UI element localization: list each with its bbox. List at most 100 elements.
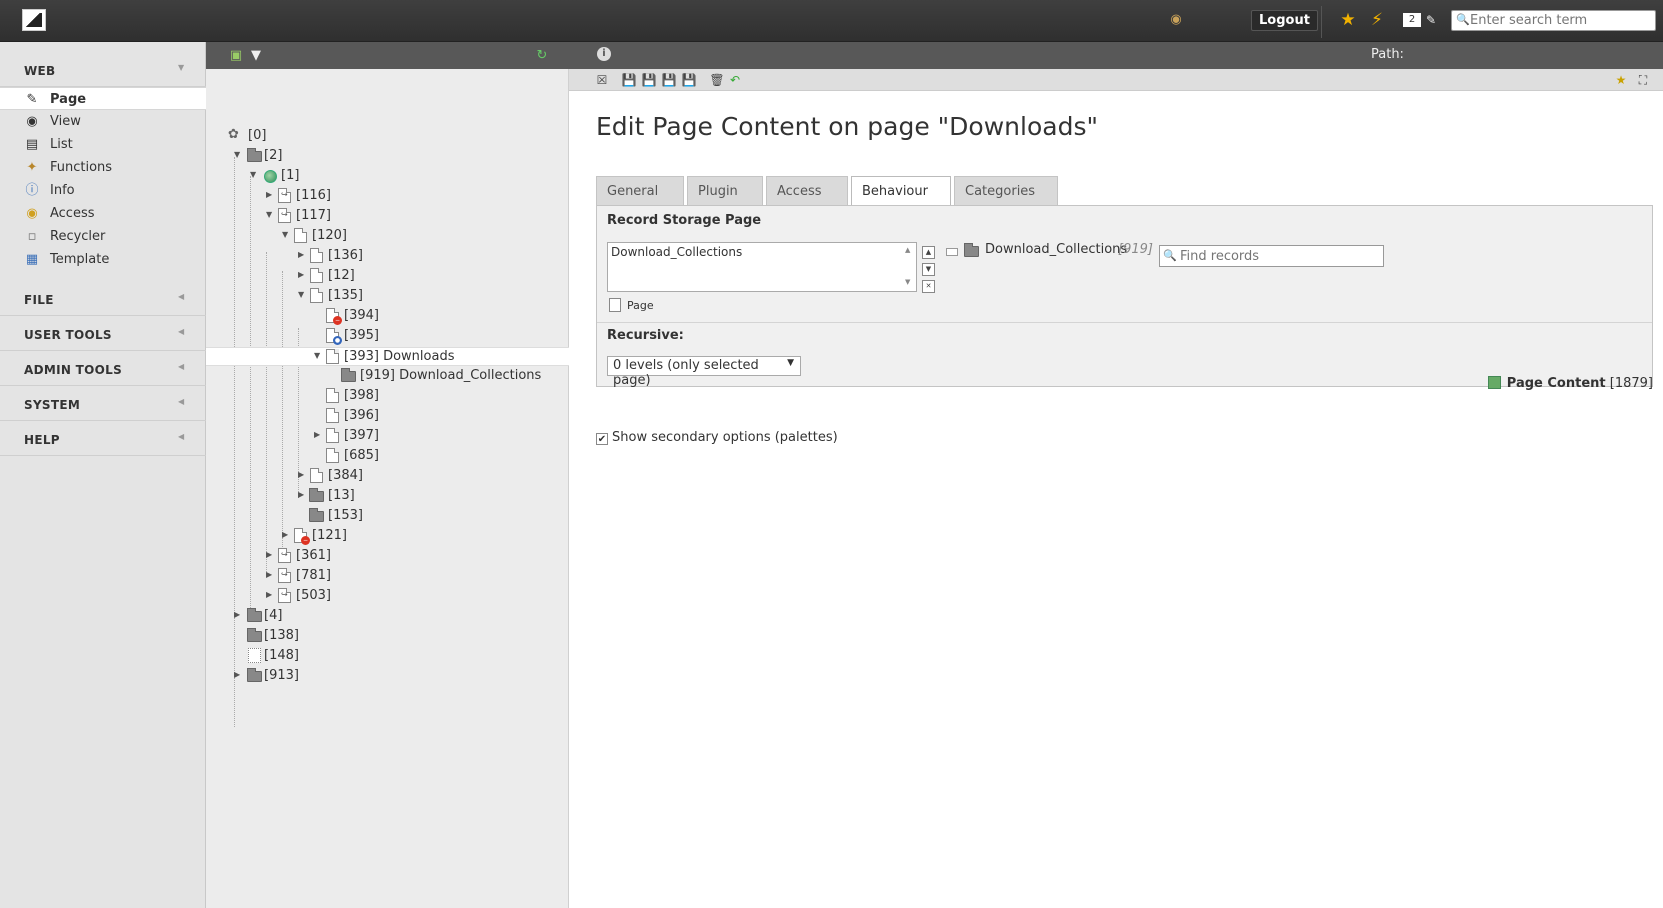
tree-node-selected[interactable]: ▼ [393] Downloads (206, 347, 569, 366)
info-icon[interactable]: i (597, 47, 611, 61)
find-records-box[interactable]: 🔍 (1159, 245, 1384, 267)
selected-records-list[interactable]: Download_Collections ▲ ▼ (607, 242, 917, 292)
module-group-system[interactable]: SYSTEM ◀ (0, 387, 206, 421)
tree-expand-icon[interactable]: ▶ (298, 490, 308, 499)
tree-node-label[interactable]: [117] (296, 208, 331, 223)
tree-node[interactable]: ▶ − [121] (206, 527, 569, 546)
tree-node-label[interactable]: [361] (296, 548, 331, 563)
tree-node-label[interactable]: [135] (328, 288, 363, 303)
save-and-view-icon[interactable]: 💾 (641, 72, 657, 88)
logout-button[interactable]: Logout (1251, 10, 1318, 31)
tree-node-label[interactable]: [4] (264, 608, 282, 623)
module-group-help[interactable]: HELP ◀ (0, 422, 206, 456)
scroll-down-icon[interactable]: ▼ (905, 278, 910, 286)
tree-expand-icon[interactable]: ▶ (234, 610, 244, 619)
delete-icon[interactable]: 🗑 (709, 72, 725, 88)
tree-collapse-icon[interactable]: ▼ (234, 150, 244, 159)
clear-cache-lightning-icon[interactable]: ⚡ (1368, 11, 1386, 29)
tree-node-label[interactable]: [396] (344, 408, 379, 423)
tree-node[interactable]: ▶ [12] (206, 267, 569, 286)
secondary-options[interactable]: ✔ Show secondary options (palettes) (596, 430, 838, 445)
tree-collapse-icon[interactable]: ▼ (282, 230, 292, 239)
tree-node-label[interactable]: [394] (344, 308, 379, 323)
tree-node-label[interactable]: [0] (248, 128, 266, 143)
tree-expand-icon[interactable]: ▶ (314, 430, 324, 439)
bookmark-add-icon[interactable]: ★ (1613, 72, 1629, 88)
tree-node-label[interactable]: [153] (328, 508, 363, 523)
module-item-access[interactable]: ◉ Access (0, 202, 206, 225)
tree-node[interactable]: [398] (206, 387, 569, 406)
module-group-web[interactable]: WEB ▼ (0, 53, 206, 87)
tree-node-label[interactable]: [12] (328, 268, 355, 283)
workspace-count-badge[interactable]: 2 (1403, 13, 1421, 27)
tree-node[interactable]: [685] (206, 447, 569, 466)
tab-plugin[interactable]: Plugin (687, 176, 763, 206)
tree-node[interactable]: [396] (206, 407, 569, 426)
tree-node[interactable]: ▼ [2] (206, 147, 569, 166)
secondary-options-checkbox[interactable]: ✔ (596, 433, 608, 445)
tree-node-label[interactable]: [685] (344, 448, 379, 463)
search-box[interactable]: 🔍 (1451, 10, 1656, 31)
tree-node-label[interactable]: [148] (264, 648, 299, 663)
module-item-functions[interactable]: ✦ Functions (0, 156, 206, 179)
tree-node[interactable]: ▼ [1] (206, 167, 569, 186)
tree-node[interactable]: ▶ [13] (206, 487, 569, 506)
recursive-select[interactable]: 0 levels (only selected page) ▼ (607, 356, 801, 388)
module-group-admin-tools[interactable]: ADMIN TOOLS ◀ (0, 352, 206, 386)
tree-expand-icon[interactable]: ▶ (266, 550, 276, 559)
tree-node[interactable]: [153] (206, 507, 569, 526)
tree-collapse-icon[interactable]: ▼ (314, 351, 324, 360)
tree-node[interactable]: ▶ [781] (206, 567, 569, 586)
tree-node-label[interactable]: [913] (264, 668, 299, 683)
save-and-close-icon[interactable]: 💾 (661, 72, 677, 88)
list-scrollbar[interactable]: ▲ ▼ (902, 243, 916, 291)
element-browser-folder-icon[interactable] (946, 248, 958, 256)
tree-node-label[interactable]: [781] (296, 568, 331, 583)
browser-record-label[interactable]: Download_Collections (985, 242, 1127, 257)
tree-expand-icon[interactable]: ▶ (234, 670, 244, 679)
tree-node-label[interactable]: [13] (328, 488, 355, 503)
tree-node[interactable]: ▼ [120] (206, 227, 569, 246)
tree-node[interactable]: ▼ [117] (206, 207, 569, 226)
fullscreen-icon[interactable]: ⛶ (1635, 72, 1651, 88)
tree-node-label[interactable]: [384] (328, 468, 363, 483)
tree-node-label[interactable]: [395] (344, 328, 379, 343)
tree-expand-icon[interactable]: ▶ (282, 530, 292, 539)
tree-node-label[interactable]: [398] (344, 388, 379, 403)
tree-node[interactable]: ▶ [384] (206, 467, 569, 486)
tree-node[interactable]: ▶ [397] (206, 427, 569, 446)
tree-expand-icon[interactable]: ▶ (298, 250, 308, 259)
typo3-logo[interactable] (22, 9, 46, 31)
module-group-user-tools[interactable]: USER TOOLS ◀ (0, 317, 206, 351)
filter-icon[interactable]: ▼ (248, 48, 264, 64)
new-page-icon[interactable]: ▣ (228, 48, 244, 64)
tab-behaviour[interactable]: Behaviour (851, 176, 951, 208)
tree-node[interactable]: ✿ [0] (206, 127, 569, 146)
search-input[interactable] (1470, 12, 1650, 29)
refresh-icon[interactable]: ↻ (534, 48, 550, 64)
module-item-list[interactable]: ▤ List (0, 133, 206, 156)
find-records-input[interactable] (1180, 248, 1375, 264)
tree-node-label[interactable]: [120] (312, 228, 347, 243)
tree-node[interactable]: ● [395] (206, 327, 569, 346)
tree-expand-icon[interactable]: ▶ (266, 570, 276, 579)
tree-node-label[interactable]: [503] (296, 588, 331, 603)
tab-access[interactable]: Access (766, 176, 848, 206)
tree-collapse-icon[interactable]: ▼ (266, 210, 276, 219)
tree-node-label[interactable]: [2] (264, 148, 282, 163)
module-item-recycler[interactable]: ▫ Recycler (0, 225, 206, 248)
tree-node-label[interactable]: [138] (264, 628, 299, 643)
tree-expand-icon[interactable]: ▶ (298, 270, 308, 279)
tree-node[interactable]: ▶ [4] (206, 607, 569, 626)
tree-expand-icon[interactable]: ▶ (298, 470, 308, 479)
tree-node[interactable]: [138] (206, 627, 569, 646)
tree-node-label[interactable]: [397] (344, 428, 379, 443)
tree-node-label[interactable]: [136] (328, 248, 363, 263)
tree-node[interactable]: ▶ [136] (206, 247, 569, 266)
tree-node[interactable]: ▼ [135] (206, 287, 569, 306)
tree-collapse-icon[interactable]: ▼ (250, 170, 260, 179)
save-and-new-icon[interactable]: 💾 (681, 72, 697, 88)
tree-expand-icon[interactable]: ▶ (266, 590, 276, 599)
tree-expand-icon[interactable]: ▶ (266, 190, 276, 199)
tree-node[interactable]: [919] Download_Collections (206, 367, 569, 386)
